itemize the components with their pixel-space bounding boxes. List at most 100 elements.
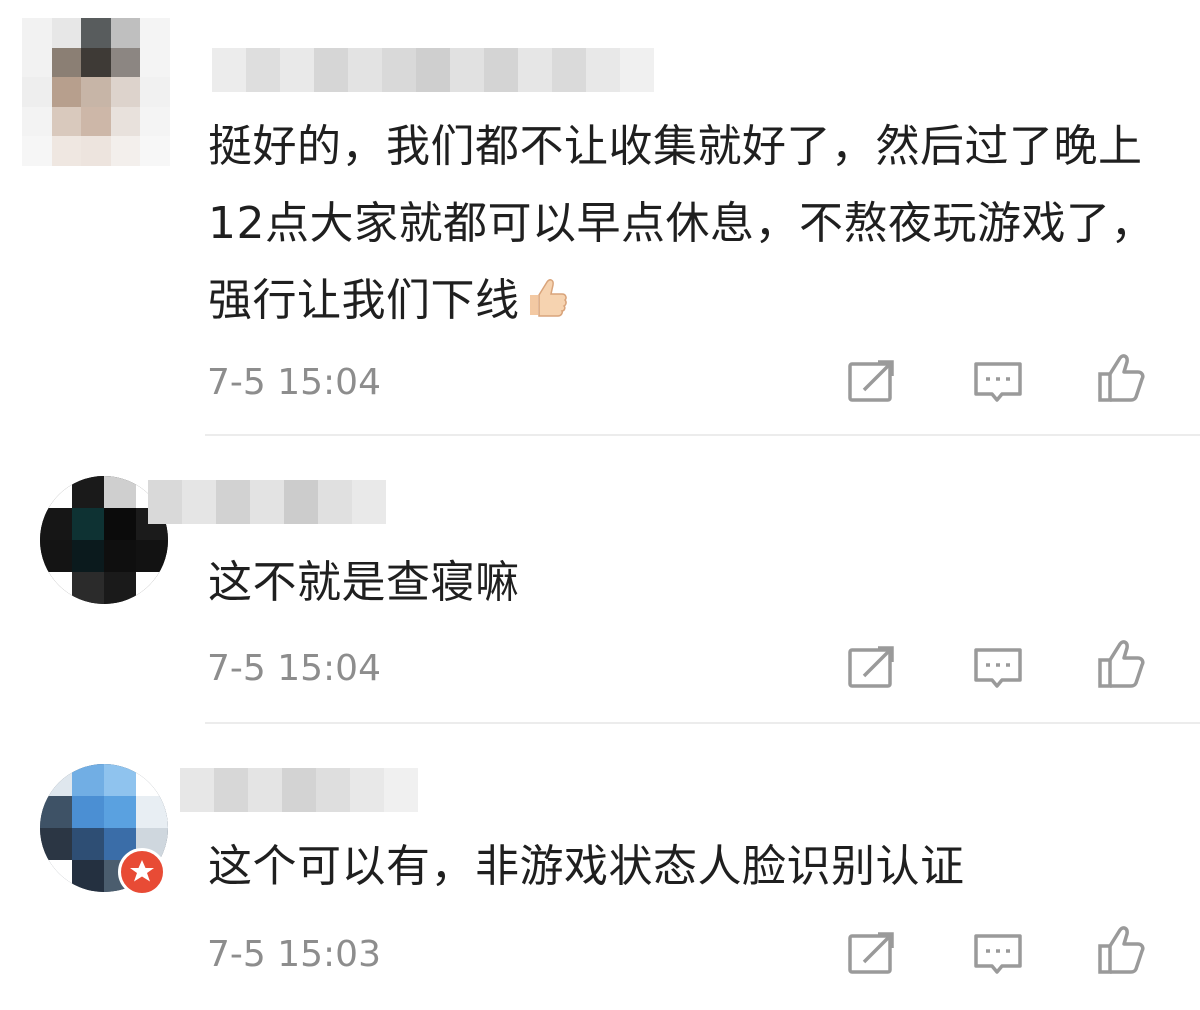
mosaic-tile	[250, 480, 284, 524]
mosaic-tile	[40, 828, 72, 860]
comment-time: 7-5 15:04	[207, 648, 381, 689]
mosaic-tile	[81, 77, 111, 107]
mosaic-tile	[22, 77, 52, 107]
mosaic-tile	[110, 136, 141, 166]
mosaic-tile	[136, 572, 168, 604]
share-icon[interactable]	[844, 354, 900, 410]
share-icon[interactable]	[844, 640, 900, 696]
mosaic-tile	[212, 48, 246, 92]
mosaic-tile	[81, 47, 111, 78]
mosaic-tile	[51, 106, 82, 137]
mosaic-tile	[72, 828, 104, 860]
mosaic-tile	[182, 480, 216, 524]
mosaic-tile	[81, 18, 111, 48]
mosaic-tile	[72, 476, 104, 508]
mosaic-tile	[72, 860, 104, 892]
mosaic-tile	[72, 764, 104, 796]
reply-icon[interactable]	[970, 926, 1026, 982]
reply-icon[interactable]	[970, 354, 1026, 410]
mosaic-tile	[110, 18, 141, 48]
mosaic-tile	[72, 796, 104, 828]
username-blurred[interactable]	[212, 48, 654, 92]
comment-text: 这不就是查寝嘛	[208, 557, 520, 608]
mosaic-tile	[104, 572, 136, 604]
mosaic-tile	[620, 48, 654, 92]
mosaic-tile	[51, 47, 82, 78]
comment-text: 这个可以有，非游戏状态人脸识别认证	[208, 841, 965, 892]
mosaic-tile	[72, 508, 104, 540]
mosaic-tile	[246, 48, 280, 92]
mosaic-tile	[22, 136, 52, 166]
like-icon[interactable]	[1094, 636, 1150, 692]
mosaic-tile	[40, 476, 72, 508]
mosaic-tile	[51, 77, 82, 107]
comment-item: 这个可以有，非游戏状态人脸识别认证 7-5 15:03	[0, 724, 1200, 1010]
mosaic-tile	[518, 48, 552, 92]
mosaic-tile	[450, 48, 484, 92]
mosaic-tile	[140, 106, 170, 137]
like-icon[interactable]	[1094, 922, 1150, 978]
mosaic-tile	[348, 48, 382, 92]
mosaic-tile	[22, 47, 52, 78]
mosaic-tile	[382, 48, 416, 92]
comment-time: 7-5 15:04	[207, 362, 381, 403]
mosaic-tile	[81, 136, 111, 166]
mosaic-tile	[140, 136, 170, 166]
user-avatar[interactable]	[22, 18, 170, 166]
mosaic-tile	[104, 508, 136, 540]
mosaic-tile	[484, 48, 518, 92]
mosaic-tile	[314, 48, 348, 92]
mosaic-tile	[350, 768, 384, 812]
mosaic-tile	[81, 106, 111, 137]
mosaic-tile	[22, 18, 52, 48]
verified-badge-icon	[118, 848, 166, 896]
mosaic-tile	[318, 480, 352, 524]
mosaic-tile	[280, 48, 314, 92]
mosaic-tile	[282, 768, 316, 812]
mosaic-tile	[40, 860, 72, 892]
mosaic-tile	[40, 508, 72, 540]
mosaic-tile	[104, 764, 136, 796]
mosaic-tile	[140, 18, 170, 48]
mosaic-tile	[104, 476, 136, 508]
share-icon[interactable]	[844, 926, 900, 982]
mosaic-tile	[22, 106, 52, 137]
comment-time: 7-5 15:03	[207, 934, 381, 975]
mosaic-tile	[136, 540, 168, 572]
mosaic-tile	[586, 48, 620, 92]
mosaic-tile	[216, 480, 250, 524]
mosaic-tile	[40, 764, 72, 796]
mosaic-tile	[40, 540, 72, 572]
mosaic-tile	[352, 480, 386, 524]
mosaic-tile	[140, 77, 170, 107]
thumbs-up-icon	[524, 268, 570, 345]
mosaic-tile	[140, 47, 170, 78]
mosaic-tile	[180, 768, 214, 812]
mosaic-tile	[214, 768, 248, 812]
mosaic-tile	[416, 48, 450, 92]
comment-item: 挺好的，我们都不让收集就好了，然后过了晚上12点大家就都可以早点休息，不熬夜玩游…	[0, 0, 1200, 436]
mosaic-tile	[72, 540, 104, 572]
mosaic-tile	[72, 572, 104, 604]
mosaic-tile	[104, 796, 136, 828]
reply-icon[interactable]	[970, 640, 1026, 696]
mosaic-tile	[51, 18, 82, 48]
mosaic-tile	[104, 540, 136, 572]
like-icon[interactable]	[1094, 350, 1150, 406]
mosaic-tile	[40, 796, 72, 828]
mosaic-tile	[136, 764, 168, 796]
username-blurred[interactable]	[180, 768, 418, 812]
mosaic-tile	[148, 480, 182, 524]
mosaic-tile	[136, 796, 168, 828]
mosaic-tile	[552, 48, 586, 92]
mosaic-tile	[51, 136, 82, 166]
username-blurred[interactable]	[148, 480, 386, 524]
comment-item: 这不就是查寝嘛 7-5 15:04	[0, 436, 1200, 724]
mosaic-tile	[316, 768, 350, 812]
mosaic-tile	[110, 47, 141, 78]
mosaic-tile	[110, 77, 141, 107]
mosaic-tile	[40, 572, 72, 604]
mosaic-tile	[284, 480, 318, 524]
mosaic-tile	[110, 106, 141, 137]
mosaic-tile	[248, 768, 282, 812]
